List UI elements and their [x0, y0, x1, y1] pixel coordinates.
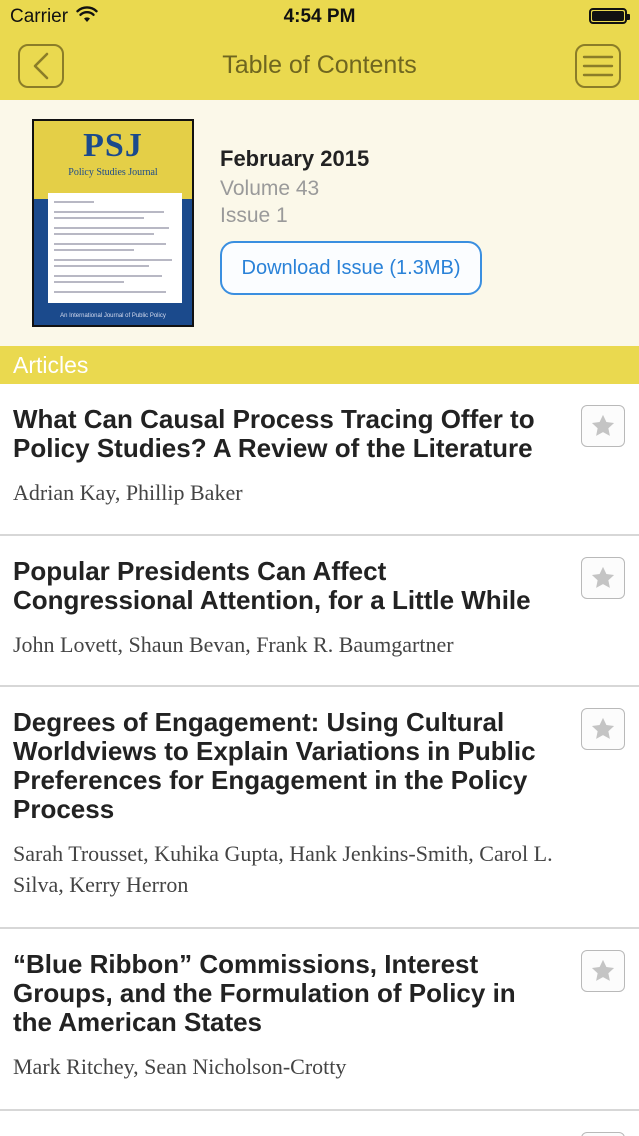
menu-button[interactable] [575, 44, 621, 88]
list-item[interactable]: “Blue Ribbon” Commissions, Interest Grou… [0, 929, 639, 1111]
list-item[interactable] [0, 1111, 639, 1136]
article-title: “Blue Ribbon” Commissions, Interest Grou… [13, 949, 516, 1037]
favorite-button[interactable] [581, 708, 625, 750]
star-icon [591, 717, 615, 739]
cover-logo: PSJ [83, 127, 143, 164]
article-authors: Mark Ritchey, Sean Nicholson-Crotty [13, 1054, 347, 1079]
article-authors: Sarah Trousset, Kuhika Gupta, Hank Jenki… [13, 841, 553, 897]
articles-list: What Can Causal Process Tracing Offer to… [0, 384, 639, 1136]
article-title: What Can Causal Process Tracing Offer to… [13, 404, 535, 463]
article-title: Popular Presidents Can Affect Congressio… [13, 556, 531, 615]
article-authors: John Lovett, Shaun Bevan, Frank R. Baumg… [13, 632, 454, 657]
cover-contents-page [48, 193, 182, 303]
article-authors: Adrian Kay, Phillip Baker [13, 480, 243, 505]
star-icon [591, 414, 615, 436]
battery-icon [589, 8, 630, 24]
issue-cover-image[interactable]: PSJ Policy Studies Journal An Internatio… [32, 119, 194, 327]
favorite-button[interactable] [581, 950, 625, 992]
page-title: Table of Contents [222, 51, 417, 79]
download-issue-button[interactable]: Download Issue (1.3MB) [220, 241, 482, 295]
issue-number: Issue 1 [220, 204, 288, 227]
star-icon [591, 959, 615, 981]
issue-header: PSJ Policy Studies Journal An Internatio… [0, 100, 639, 346]
section-header-label: Articles [13, 352, 89, 378]
list-item[interactable]: Degrees of Engagement: Using Cultural Wo… [0, 687, 639, 929]
article-title: Degrees of Engagement: Using Cultural Wo… [13, 707, 536, 824]
status-bar: Carrier 4:54 PM [0, 0, 639, 34]
issue-volume: Volume 43 [220, 177, 320, 200]
issue-date: February 2015 [220, 146, 370, 171]
navigation-bar: Table of Contents [0, 34, 639, 100]
hamburger-menu-icon [582, 55, 614, 77]
favorite-button[interactable] [581, 557, 625, 599]
top-bar: Carrier 4:54 PM Table of Contents [0, 0, 639, 100]
list-item[interactable]: Popular Presidents Can Affect Congressio… [0, 536, 639, 687]
favorite-button[interactable] [581, 1132, 625, 1136]
cover-footer: An International Journal of Public Polic… [60, 313, 166, 319]
favorite-button[interactable] [581, 405, 625, 447]
cover-subtitle: Policy Studies Journal [68, 167, 158, 178]
section-header-articles: Articles [0, 346, 639, 384]
clock: 4:54 PM [283, 6, 356, 27]
list-item[interactable]: What Can Causal Process Tracing Offer to… [0, 384, 639, 536]
star-icon [591, 566, 615, 588]
